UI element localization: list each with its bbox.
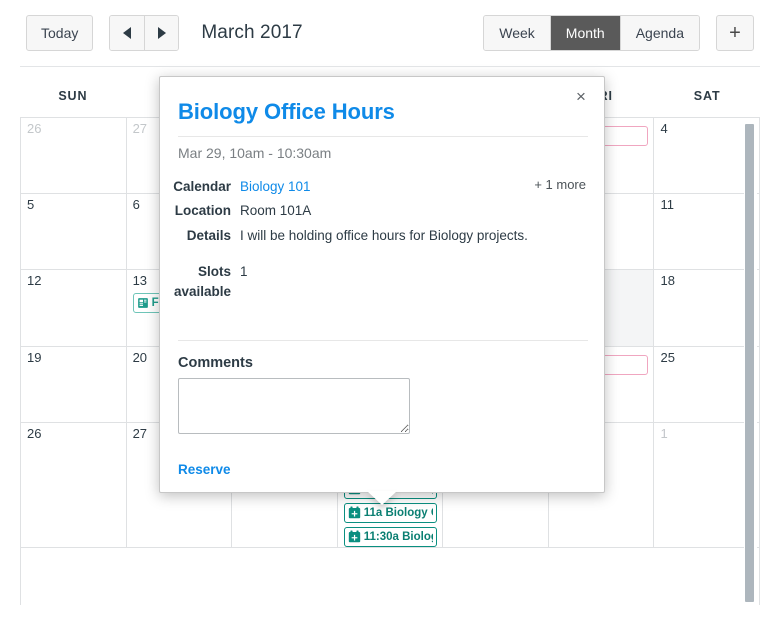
toolbar-right-group: Week Month Agenda +	[483, 15, 754, 51]
popup-comments-divider	[178, 340, 588, 341]
calendar-event-label: F	[151, 296, 159, 309]
detail-key-slots-available: Slots available	[173, 263, 231, 299]
detail-key-location: Location	[174, 203, 231, 219]
popup-body: Mar 29, 10am - 10:30am Calendar Biology …	[160, 145, 604, 304]
comments-input[interactable]	[178, 378, 410, 434]
detail-value-details: I will be holding office hours for Biolo…	[240, 227, 528, 243]
toolbar-divider	[20, 66, 760, 67]
detail-value-slots-available: 1	[240, 263, 248, 279]
view-tab-month[interactable]: Month	[549, 16, 620, 50]
day-cell[interactable]: 12	[21, 270, 127, 346]
day-cell[interactable]: 26	[21, 118, 127, 194]
comments-label: Comments	[178, 355, 253, 371]
day-cell[interactable]: 19	[21, 346, 127, 422]
comments-section: Comments	[178, 355, 410, 439]
event-detail-table: Calendar Biology 101 + 1 more Location R…	[160, 175, 604, 304]
prev-month-button[interactable]	[110, 16, 145, 50]
event-details-popup: × Biology Office Hours Mar 29, 10am - 10…	[159, 76, 605, 505]
today-button[interactable]: Today	[26, 15, 94, 51]
table-row-spacer	[160, 248, 604, 260]
calendar-event-chip[interactable]: 11:30a Biolog	[343, 526, 438, 547]
popup-pointer-tail	[367, 491, 397, 505]
day-number: 26	[27, 121, 42, 136]
view-tab-week[interactable]: Week	[484, 16, 550, 50]
calendar-more-count: + 1 more	[534, 177, 586, 192]
calendar-plus-icon	[348, 530, 360, 543]
calendar-month-title: March 2017	[201, 22, 303, 43]
day-number: 25	[660, 349, 675, 365]
detail-key-details: Details	[186, 227, 231, 243]
calendar-link[interactable]: Biology 101	[240, 179, 311, 194]
day-cell[interactable]: 5	[21, 194, 127, 270]
day-number: 1	[660, 425, 668, 441]
month-nav-group	[109, 15, 180, 51]
calendar-event-label: 11a Biology C	[363, 506, 434, 519]
day-cell[interactable]: 26	[21, 422, 127, 547]
calendar-event-chip[interactable]: 11a Biology C	[343, 502, 438, 523]
close-icon[interactable]: ×	[570, 85, 592, 107]
next-month-button[interactable]	[144, 16, 179, 50]
detail-value-calendar: Biology 101	[240, 175, 514, 199]
day-number: 11	[660, 197, 674, 213]
calendar-scrollbar-thumb[interactable]	[745, 124, 754, 602]
calendar-scrollbar[interactable]	[744, 120, 757, 604]
day-number: 26	[27, 425, 42, 441]
day-number: 19	[27, 349, 42, 365]
detail-extra-slots	[514, 260, 604, 305]
view-switcher: Week Month Agenda	[483, 15, 700, 51]
table-row: Calendar Biology 101 + 1 more	[160, 175, 604, 199]
event-datetime: Mar 29, 10am - 10:30am	[178, 145, 332, 161]
calendar-plus-icon	[348, 506, 360, 519]
popup-title-divider	[178, 136, 588, 137]
popup-title: Biology Office Hours	[178, 99, 395, 124]
chevron-left-icon	[123, 27, 132, 39]
day-number: 5	[27, 197, 35, 213]
detail-extra-location	[514, 199, 604, 223]
add-event-button[interactable]: +	[716, 15, 754, 51]
toolbar-left-group: Today March 2017	[26, 15, 303, 51]
day-number: 4	[660, 121, 668, 136]
calendar-event-label: 11:30a Biolog	[363, 530, 434, 543]
table-row: Slots available 1	[160, 260, 604, 305]
day-number: 12	[27, 273, 42, 289]
reserve-button[interactable]: Reserve	[178, 462, 231, 477]
detail-key-calendar: Calendar	[173, 179, 231, 194]
day-number: 18	[660, 273, 675, 289]
document-icon	[137, 297, 148, 308]
detail-value-location: Room 101A	[240, 203, 312, 219]
calendar-app: Today March 2017 Week Month Agenda + SUN…	[0, 0, 780, 621]
table-row: Details I will be holding office hours f…	[160, 224, 604, 248]
calendar-toolbar: Today March 2017 Week Month Agenda +	[0, 0, 780, 66]
table-row: Location Room 101A	[160, 199, 604, 223]
weekday-header-sat: SAT	[693, 89, 721, 103]
chevron-right-icon	[157, 27, 166, 39]
weekday-header-sun: SUN	[58, 89, 88, 103]
view-tab-agenda[interactable]: Agenda	[619, 16, 699, 50]
